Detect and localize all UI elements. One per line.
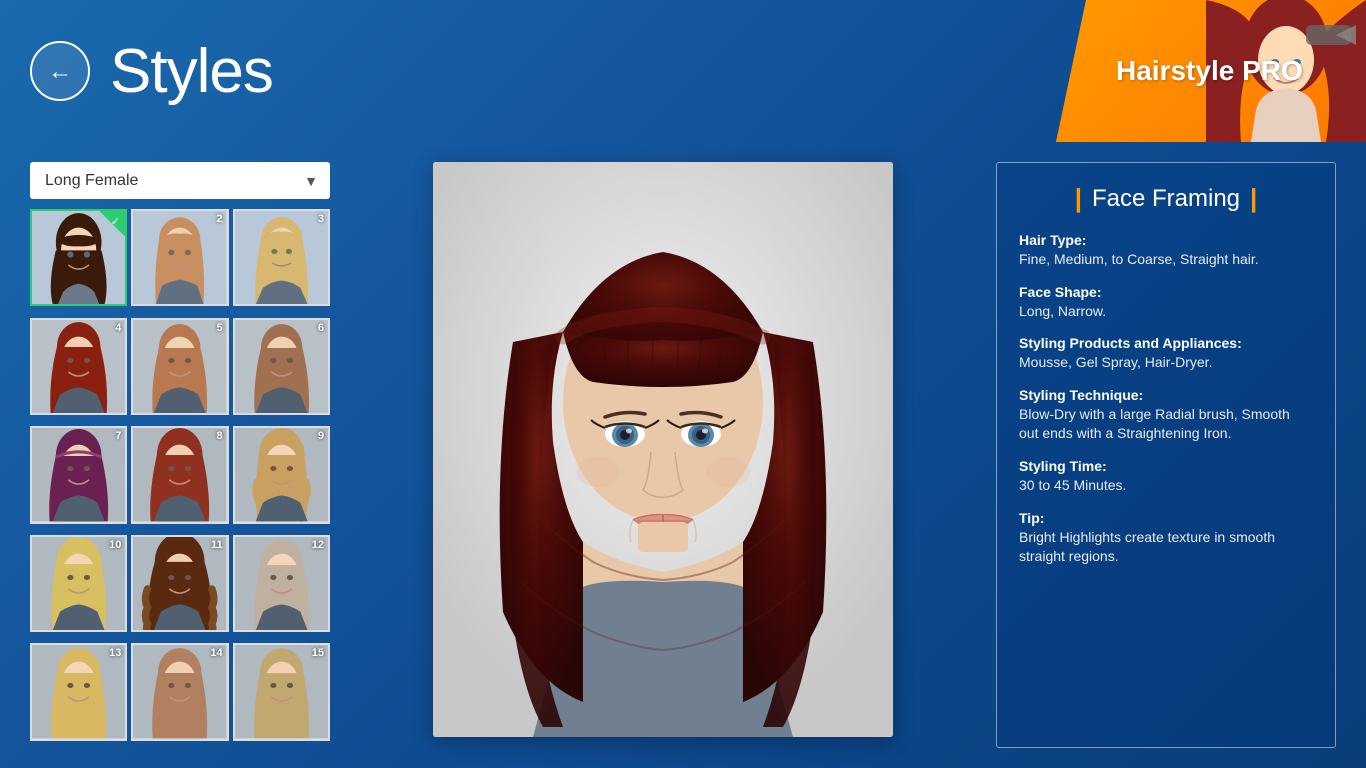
header: ← Styles Hairstyle PRO [0,0,1366,142]
hair-type-value: Fine, Medium, to Coarse, Straight hair. [1019,251,1259,267]
style-item[interactable]: 7 [30,426,127,523]
styling-products-label: Styling Products and Appliances: [1019,335,1313,351]
brand-badge: Hairstyle PRO [1056,0,1366,142]
style-item[interactable]: 14 [131,643,228,740]
styling-technique-value: Blow-Dry with a large Radial brush, Smoo… [1019,406,1290,442]
style-item[interactable]: ✓ [30,209,127,306]
hair-type-label: Hair Type: [1019,232,1313,248]
style-number: 13 [109,647,121,659]
style-number: 10 [109,539,121,551]
style-item[interactable]: 9 [233,426,330,523]
style-number: 8 [217,430,223,442]
style-number: 5 [217,322,223,334]
style-number: 12 [312,539,324,551]
back-button[interactable]: ← [30,41,90,101]
preview-frame [433,162,893,737]
style-item[interactable]: 8 [131,426,228,523]
tip-section: Tip: Bright Highlights create texture in… [1019,510,1313,567]
styling-time-value: 30 to 45 Minutes. [1019,477,1126,493]
styling-time-section: Styling Time: 30 to 45 Minutes. [1019,458,1313,496]
pipe-left: | [1075,183,1082,214]
style-item[interactable]: 12 [233,535,330,632]
style-number: 3 [318,213,324,225]
tip-value: Bright Highlights create texture in smoo… [1019,529,1275,565]
brand-text: Hairstyle PRO [1116,55,1303,87]
style-number: 7 [115,430,121,442]
style-number: 9 [318,430,324,442]
center-panel [345,162,981,748]
style-name: Face Framing [1092,185,1240,213]
style-item[interactable]: 13 [30,643,127,740]
face-shape-label: Face Shape: [1019,284,1313,300]
styling-technique-section: Styling Technique: Blow-Dry with a large… [1019,387,1313,444]
face-shape-value: Long, Narrow. [1019,303,1106,319]
category-dropdown[interactable]: Long Female Short Female Medium Female L… [30,162,330,199]
style-item[interactable]: 4 [30,318,127,415]
main-content: Long Female Short Female Medium Female L… [0,142,1366,768]
style-item[interactable]: 5 [131,318,228,415]
style-grid: ✓ 2 [30,209,330,748]
style-name-header: | Face Framing | [1019,183,1313,214]
style-number: 4 [115,322,121,334]
styling-time-label: Styling Time: [1019,458,1313,474]
style-item[interactable]: 11 [131,535,228,632]
style-number: 11 [211,539,223,551]
hair-type-section: Hair Type: Fine, Medium, to Coarse, Stra… [1019,232,1313,270]
pipe-right: | [1250,183,1257,214]
category-dropdown-container: Long Female Short Female Medium Female L… [30,162,330,199]
style-number: 6 [318,322,324,334]
back-arrow-icon: ← [48,58,72,86]
style-number: 15 [312,647,324,659]
right-panel: | Face Framing | Hair Type: Fine, Medium… [996,162,1336,748]
style-number: 2 [217,213,223,225]
styling-technique-label: Styling Technique: [1019,387,1313,403]
style-item[interactable]: 3 [233,209,330,306]
style-item[interactable]: 15 [233,643,330,740]
tip-label: Tip: [1019,510,1313,526]
style-number: 14 [210,647,222,659]
left-panel: Long Female Short Female Medium Female L… [30,162,330,748]
style-item[interactable]: 6 [233,318,330,415]
face-shape-section: Face Shape: Long, Narrow. [1019,284,1313,322]
styling-products-section: Styling Products and Appliances: Mousse,… [1019,335,1313,373]
styling-products-value: Mousse, Gel Spray, Hair-Dryer. [1019,354,1212,370]
style-item[interactable]: 2 [131,209,228,306]
style-item[interactable]: 10 [30,535,127,632]
page-title: Styles [110,36,273,107]
